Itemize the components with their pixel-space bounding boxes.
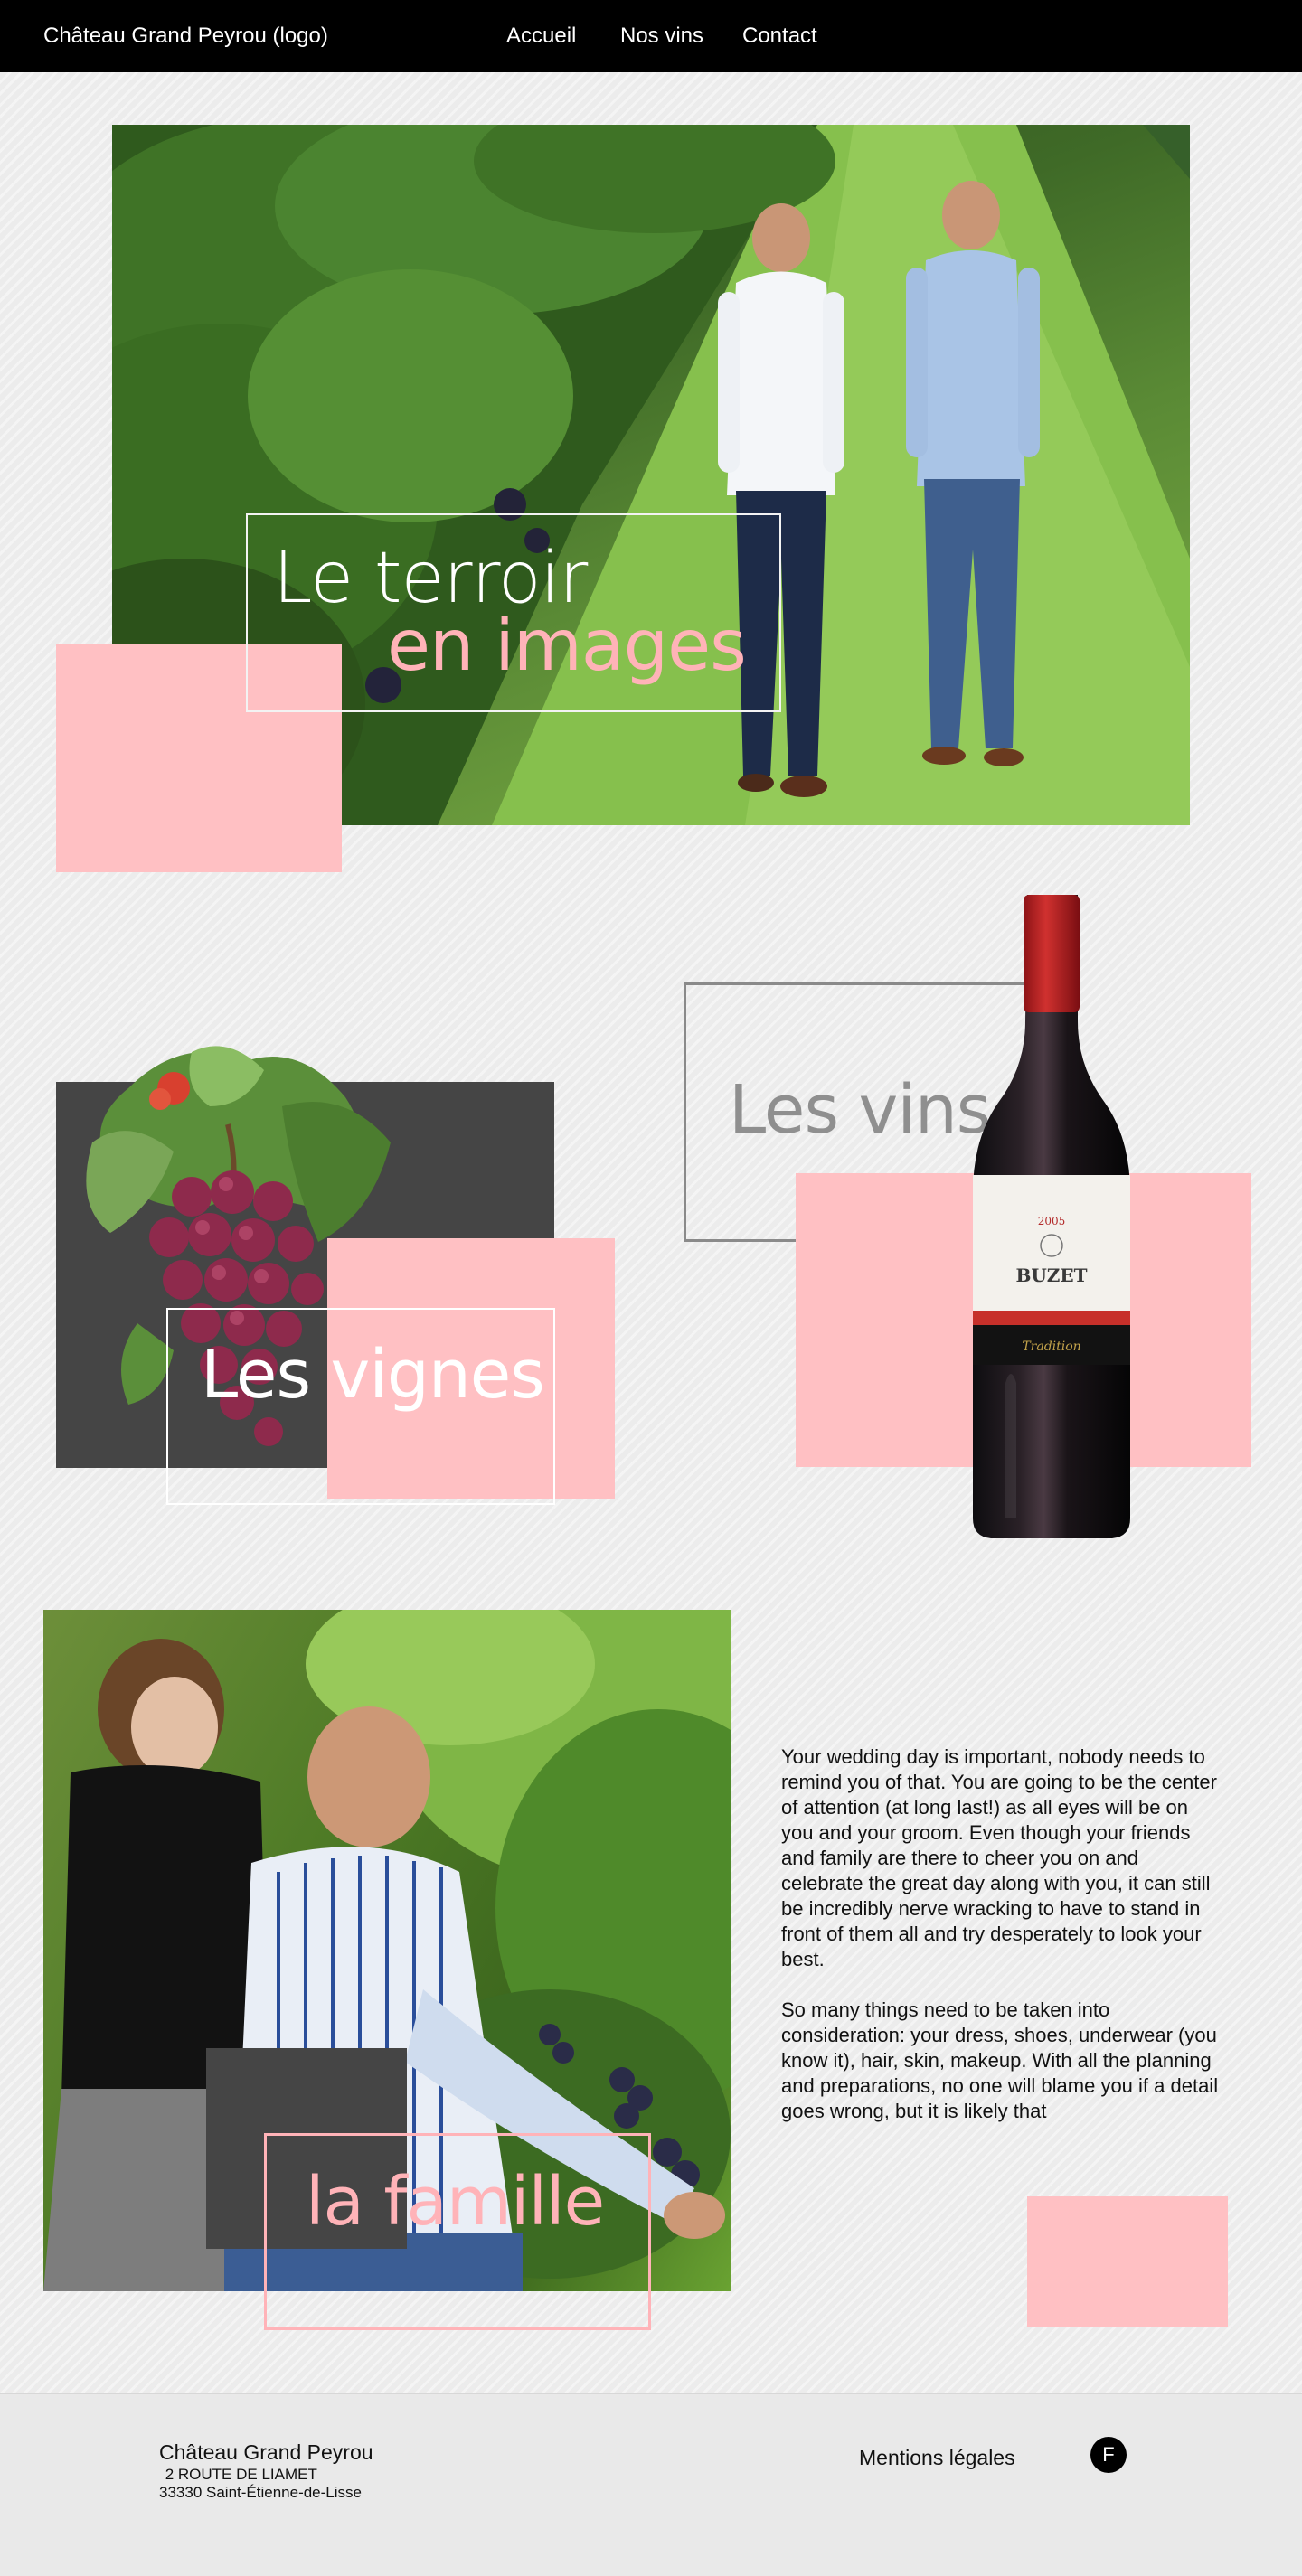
bottle-brand: BUZET [1015, 1264, 1087, 1286]
famille-text-block: Your wedding day is important, nobody ne… [781, 1744, 1219, 2129]
footer-address-city: 33330 Saint-Étienne-de-Lisse [159, 2484, 362, 2501]
vignes-title[interactable]: Les vignes [201, 1336, 545, 1414]
nav-link-contact[interactable]: Contact [742, 24, 817, 49]
footer-company-name: Château Grand Peyrou [159, 2440, 373, 2464]
famille-paragraph-1: Your wedding day is important, nobody ne… [781, 1745, 1217, 1970]
nav-link-home[interactable]: Accueil [506, 24, 576, 49]
site-logo[interactable]: Château Grand Peyrou (logo) [43, 24, 328, 49]
famille-title[interactable]: la famille [306, 2163, 605, 2241]
nav-link-wines[interactable]: Nos vins [620, 24, 703, 49]
bottle-cuvee: Tradition [1022, 1340, 1080, 1354]
wine-bottle-illustration: 2005 BUZET Tradition [973, 895, 1130, 1538]
facebook-icon[interactable]: F [1090, 2437, 1127, 2473]
footer-address-street: 2 ROUTE DE LIAMET [161, 2466, 317, 2483]
famille-pink-accent-block [1027, 2196, 1228, 2327]
famille-paragraph-2: So many things need to be taken into con… [781, 1998, 1219, 2122]
vins-title[interactable]: Les vins [729, 1071, 991, 1149]
legal-notice-link[interactable]: Mentions légales [859, 2446, 1015, 2470]
hero-title-line2: en images [387, 606, 747, 687]
bottle-year: 2005 [1038, 1215, 1066, 1227]
